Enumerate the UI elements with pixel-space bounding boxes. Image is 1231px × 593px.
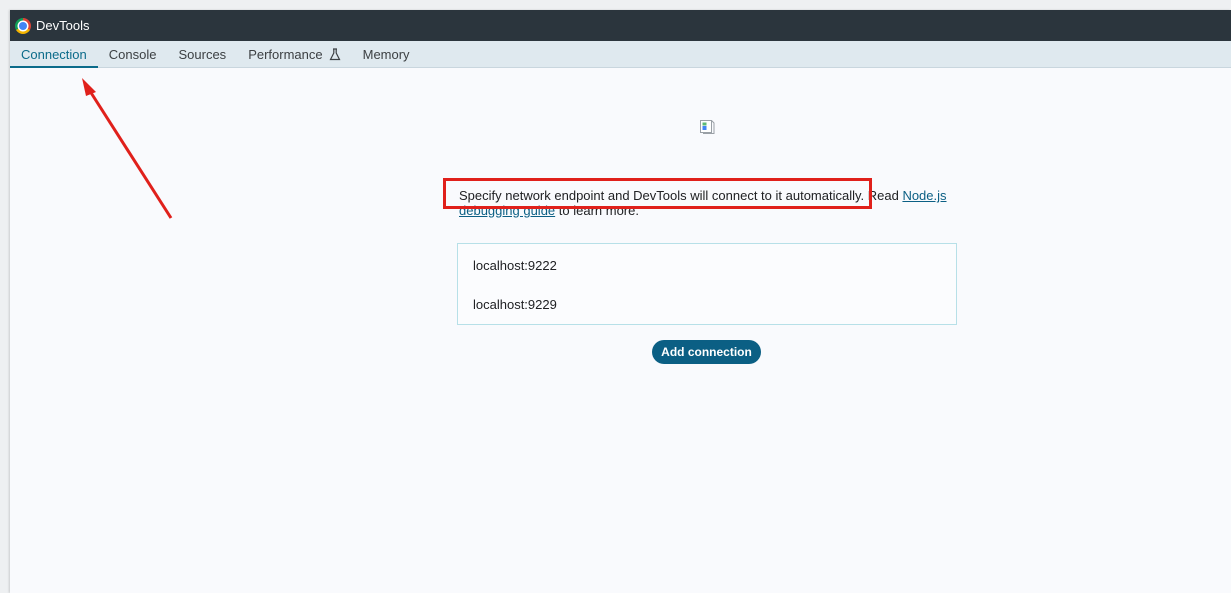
description-text: Specify network endpoint and DevTools wi…: [459, 188, 903, 203]
devtools-window: DevTools Connection Console Sources Perf…: [10, 10, 1231, 593]
description-suffix: to learn more.: [555, 203, 639, 218]
tab-sources[interactable]: Sources: [167, 41, 237, 67]
tab-performance[interactable]: Performance: [237, 41, 351, 67]
tab-memory[interactable]: Memory: [352, 41, 421, 67]
tab-console[interactable]: Console: [98, 41, 168, 67]
tab-label: Performance: [248, 46, 323, 62]
tab-connection[interactable]: Connection: [10, 41, 98, 68]
connection-list: localhost:9222 localhost:9229: [457, 243, 957, 325]
tab-label: Memory: [362, 46, 410, 62]
flask-icon: [329, 47, 341, 60]
window-title: DevTools: [36, 18, 90, 33]
broken-image-icon: [700, 120, 715, 134]
connection-description: Specify network endpoint and DevTools wi…: [459, 188, 959, 218]
tab-label: Connection: [21, 46, 87, 62]
title-bar: DevTools: [10, 10, 1231, 41]
chrome-icon: [15, 17, 31, 34]
tab-bar: Connection Console Sources Performance M…: [10, 41, 1231, 68]
connection-item[interactable]: localhost:9222: [473, 258, 557, 273]
tab-label: Sources: [178, 46, 227, 62]
connection-panel: Specify network endpoint and DevTools wi…: [10, 68, 1231, 593]
add-connection-button[interactable]: Add connection: [652, 340, 761, 364]
connection-item[interactable]: localhost:9229: [473, 297, 557, 312]
tab-label: Console: [108, 46, 157, 62]
